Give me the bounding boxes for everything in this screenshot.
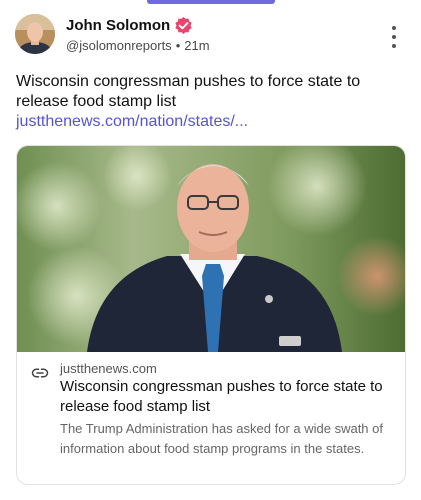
more-dot (392, 35, 396, 39)
link-preview-card[interactable]: justthenews.com Wisconsin congressman pu… (16, 145, 406, 485)
more-dot (392, 44, 396, 48)
author-row: John Solomon (66, 16, 193, 35)
post-body: Wisconsin congressman pushes to force st… (16, 73, 361, 110)
post-text: Wisconsin congressman pushes to force st… (16, 72, 406, 132)
author-name[interactable]: John Solomon (66, 17, 170, 34)
preview-image (17, 146, 405, 352)
card-title: Wisconsin congressman pushes to force st… (60, 378, 383, 415)
active-tab-indicator (147, 0, 275, 4)
more-dot (392, 26, 396, 30)
post-time[interactable]: 21m (184, 38, 209, 53)
author-handle[interactable]: @jsolomonreports (66, 38, 172, 53)
post-link[interactable]: justthenews.com/nation/states/... (16, 113, 248, 130)
link-icon (31, 368, 49, 378)
meta-separator: • (175, 38, 181, 53)
more-options-icon[interactable] (387, 26, 401, 48)
post-meta: @jsolomonreports • 21m (66, 38, 210, 53)
verified-badge-icon (175, 16, 192, 35)
card-domain: justthenews.com (60, 361, 157, 376)
card-description: The Trump Administration has asked for a… (60, 421, 383, 456)
avatar[interactable] (15, 14, 55, 54)
